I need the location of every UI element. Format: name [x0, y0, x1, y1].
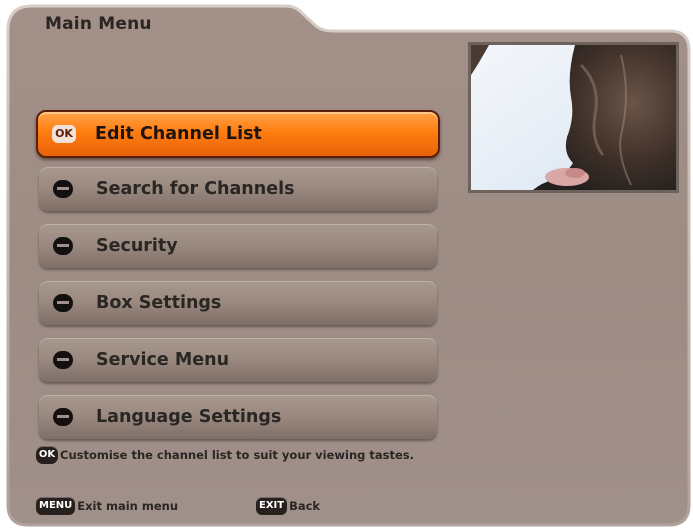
menu-item-search-for-channels[interactable]: Search for Channels: [39, 167, 437, 211]
ok-icon: OK: [52, 125, 76, 143]
menu-item-security[interactable]: Security: [39, 224, 437, 268]
menu-item-label: Box Settings: [96, 293, 222, 313]
help-hint: OK Customise the channel list to suit yo…: [36, 446, 414, 464]
ok-icon: OK: [36, 446, 58, 464]
back-hint[interactable]: EXIT Back: [256, 497, 320, 515]
menu-item-box-settings[interactable]: Box Settings: [39, 281, 437, 325]
arrow-icon: [53, 180, 73, 198]
exit-main-menu-hint[interactable]: MENU Exit main menu: [36, 497, 178, 515]
menu-item-label: Service Menu: [96, 350, 230, 370]
menu-item-label: Edit Channel List: [95, 124, 262, 144]
menu-item-label: Security: [96, 236, 178, 256]
back-label: Back: [289, 499, 321, 513]
menu-key-icon: MENU: [36, 497, 76, 515]
video-preview-image: [471, 45, 676, 190]
arrow-icon: [53, 351, 73, 369]
menu-item-language-settings[interactable]: Language Settings: [39, 395, 437, 439]
menu-item-label: Language Settings: [96, 407, 282, 427]
video-preview: [468, 42, 679, 193]
exit-key-icon: EXIT: [256, 497, 288, 515]
arrow-icon: [53, 294, 73, 312]
exit-main-menu-label: Exit main menu: [77, 499, 179, 513]
page-title: Main Menu: [45, 14, 152, 34]
menu-item-edit-channel-list[interactable]: OK Edit Channel List: [36, 110, 440, 158]
arrow-icon: [53, 408, 73, 426]
arrow-icon: [53, 237, 73, 255]
menu-item-service-menu[interactable]: Service Menu: [39, 338, 437, 382]
menu-item-label: Search for Channels: [96, 179, 295, 199]
help-hint-text: Customise the channel list to suit your …: [60, 448, 415, 462]
